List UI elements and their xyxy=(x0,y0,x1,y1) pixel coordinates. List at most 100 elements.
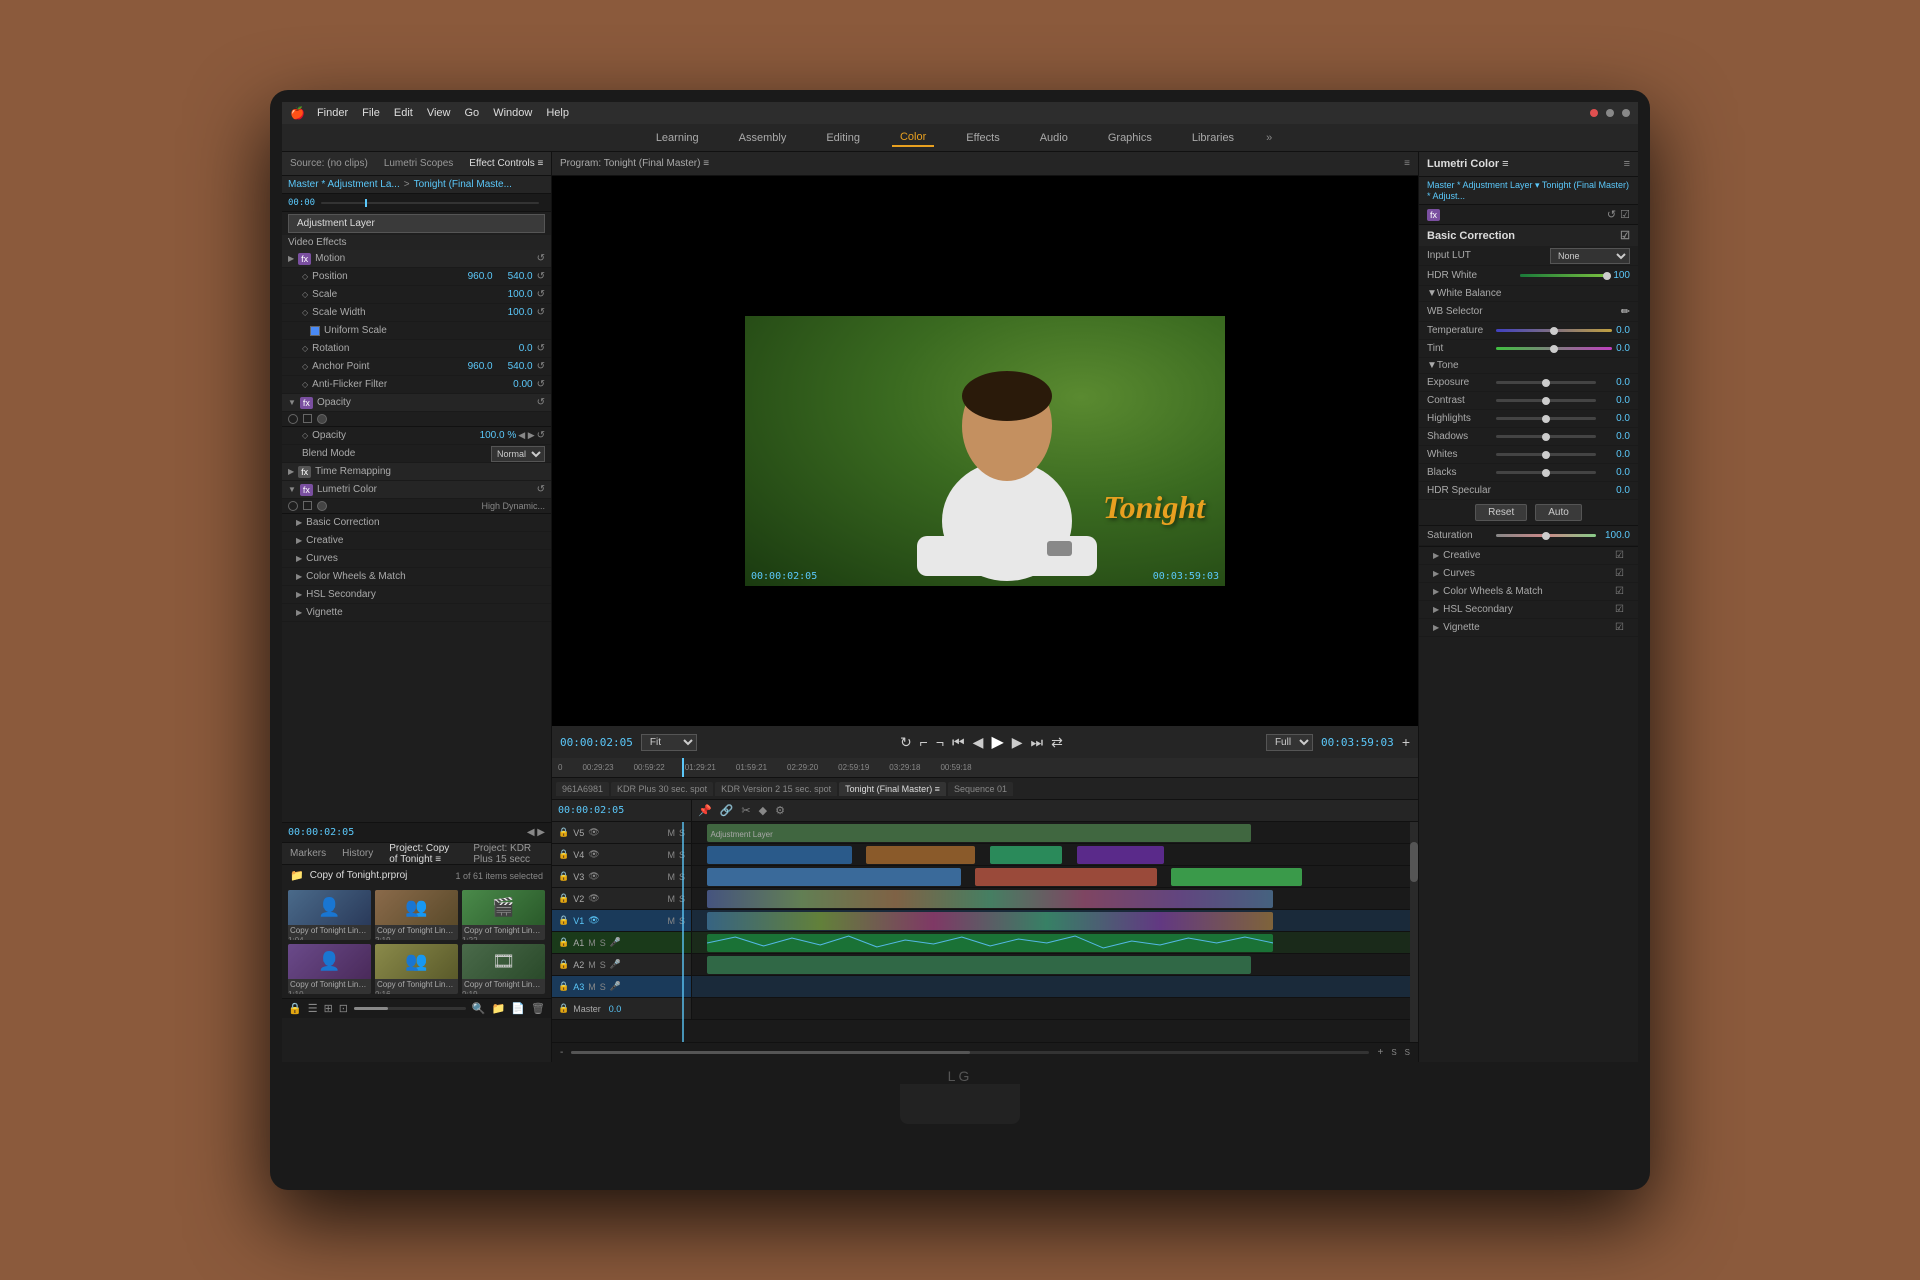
shad-slider[interactable] xyxy=(1496,435,1596,438)
v1-main-clip[interactable] xyxy=(707,912,1273,930)
scale-reset[interactable]: ↺ xyxy=(537,289,545,300)
track-a2-label[interactable]: 🔒 A2 M S 🎤 xyxy=(552,954,692,975)
vig-checkbox[interactable]: ☑ xyxy=(1615,622,1624,633)
step-back-btn[interactable]: ◀ xyxy=(973,734,984,751)
lumetri-menu-icon[interactable]: ≡ xyxy=(1624,158,1630,170)
v5-m[interactable]: M xyxy=(667,828,675,838)
v3-clip-1[interactable] xyxy=(707,868,961,886)
basic-correction-item[interactable]: ▶ Basic Correction xyxy=(282,514,551,532)
master-volume[interactable]: 0.0 xyxy=(609,1004,622,1014)
preview-menu-icon[interactable]: ≡ xyxy=(1404,158,1410,169)
wh-slider[interactable] xyxy=(1496,453,1596,456)
anchor-reset[interactable]: ↺ xyxy=(537,361,545,372)
v3-m[interactable]: M xyxy=(667,872,675,882)
a2-m[interactable]: M xyxy=(588,960,596,970)
curves-section[interactable]: ▶ Curves ☑ xyxy=(1419,565,1638,583)
a3-mic[interactable]: 🎤 xyxy=(610,981,621,992)
motion-reset[interactable]: ↺ xyxy=(537,253,545,264)
high-thumb[interactable] xyxy=(1542,415,1550,423)
color-wheels-item[interactable]: ▶ Color Wheels & Match xyxy=(282,568,551,586)
track-a1-label[interactable]: 🔒 A1 M S 🎤 xyxy=(552,932,692,953)
vignette-section[interactable]: ▶ Vignette ☑ xyxy=(1419,619,1638,637)
bl-slider[interactable] xyxy=(1496,471,1596,474)
auto-button[interactable]: Auto xyxy=(1535,504,1582,521)
zoom-slider[interactable] xyxy=(354,1007,466,1010)
media-thumb-4[interactable]: 👤 Copy of Tonight Linked... 1:10 xyxy=(288,944,371,994)
play-btn[interactable]: ▶ xyxy=(991,732,1003,752)
adjustment-layer-clip[interactable]: Adjustment Layer xyxy=(707,824,1252,842)
scale-value[interactable]: 100.0 xyxy=(493,289,533,300)
hsl-section[interactable]: ▶ HSL Secondary ☑ xyxy=(1419,601,1638,619)
folder-icon[interactable]: 📁 xyxy=(492,1002,506,1015)
color-wheels-section[interactable]: ▶ Color Wheels & Match ☑ xyxy=(1419,583,1638,601)
curves-item[interactable]: ▶ Curves xyxy=(282,550,551,568)
position-y[interactable]: 540.0 xyxy=(493,271,533,282)
basic-correction-header[interactable]: Basic Correction ☑ xyxy=(1419,225,1638,246)
v4-m[interactable]: M xyxy=(667,850,675,860)
opacity-reset-btn[interactable]: ↺ xyxy=(537,430,545,441)
sat-thumb[interactable] xyxy=(1542,532,1550,540)
tl-tab-seq[interactable]: Sequence 01 xyxy=(948,782,1013,796)
freeform-icon[interactable]: ⊡ xyxy=(339,1002,348,1015)
track-master-label[interactable]: 🔒 Master 0.0 xyxy=(552,998,692,1019)
a1-mic[interactable]: 🎤 xyxy=(610,937,621,948)
v4-clip-3[interactable] xyxy=(990,846,1063,864)
v3-s[interactable]: S xyxy=(679,872,685,882)
v2-lock[interactable]: 🔒 xyxy=(558,893,569,904)
step-fwd-btn[interactable]: ▶ xyxy=(1012,734,1023,751)
go-menu[interactable]: Go xyxy=(465,107,480,119)
more-tabs-icon[interactable]: » xyxy=(1266,132,1272,144)
a2-lock[interactable]: 🔒 xyxy=(558,959,569,970)
reset-button[interactable]: Reset xyxy=(1475,504,1527,521)
delete-icon[interactable]: 🗑 xyxy=(531,1002,545,1015)
opacity-reset[interactable]: ↺ xyxy=(537,397,545,408)
tab-editing[interactable]: Editing xyxy=(818,130,868,146)
mark-out-btn[interactable]: ¬ xyxy=(936,734,944,750)
finder-menu[interactable]: Finder xyxy=(317,107,348,119)
a3-s[interactable]: S xyxy=(600,982,606,992)
tl-tab-1[interactable]: 961A6981 xyxy=(556,782,609,796)
view-menu[interactable]: View xyxy=(427,107,451,119)
v5-s[interactable]: S xyxy=(679,828,685,838)
exp-slider[interactable] xyxy=(1496,381,1596,384)
uniform-scale-check[interactable] xyxy=(310,326,320,336)
tab-effects[interactable]: Effects xyxy=(958,130,1007,146)
tab-color[interactable]: Color xyxy=(892,129,934,147)
creative-item[interactable]: ▶ Creative xyxy=(282,532,551,550)
media-thumb-6[interactable]: 🎞 Copy of Tonight Linked... 0:19 xyxy=(462,944,545,994)
tl-zoom-bar[interactable] xyxy=(571,1051,1369,1054)
tl-razor-icon[interactable]: ✂ xyxy=(741,804,750,817)
shuttle-btns[interactable]: ⇄ xyxy=(1051,734,1063,751)
a1-audio-clip[interactable] xyxy=(707,934,1273,952)
wh-thumb[interactable] xyxy=(1542,451,1550,459)
lumetri-bc-master[interactable]: Master * Adjustment Layer ▾ xyxy=(1427,180,1540,190)
tl-zoom-out[interactable]: - xyxy=(560,1047,563,1058)
effect-controls-tab[interactable]: Effect Controls ≡ xyxy=(461,158,551,169)
creative-section[interactable]: ▶ Creative ☑ xyxy=(1419,547,1638,565)
grid-view-icon[interactable]: ⊞ xyxy=(324,1002,333,1015)
go-start-btn[interactable]: ⏮ xyxy=(952,734,965,751)
lumetri-checkbox[interactable]: ☑ xyxy=(1620,208,1630,221)
v4-clip-2[interactable] xyxy=(866,846,975,864)
v2-m[interactable]: M xyxy=(667,894,675,904)
tone-header[interactable]: ▼ Tone xyxy=(1419,358,1638,374)
file-menu[interactable]: File xyxy=(362,107,380,119)
v5-lock[interactable]: 🔒 xyxy=(558,827,569,838)
go-end-btn[interactable]: ⏭ xyxy=(1031,734,1044,751)
tint-thumb[interactable] xyxy=(1550,345,1558,353)
v4-eye[interactable]: 👁 xyxy=(588,849,599,860)
project-copy-tab[interactable]: Project: Copy of Tonight ≡ xyxy=(381,843,465,865)
tab-audio[interactable]: Audio xyxy=(1032,130,1076,146)
temp-thumb[interactable] xyxy=(1550,327,1558,335)
opacity-value[interactable]: 100.0 % xyxy=(480,430,517,441)
bc-checkbox[interactable]: ☑ xyxy=(1620,229,1630,242)
tab-libraries[interactable]: Libraries xyxy=(1184,130,1242,146)
shad-thumb[interactable] xyxy=(1542,433,1550,441)
lumetri-scopes-tab[interactable]: Lumetri Scopes xyxy=(376,158,461,169)
track-v4-label[interactable]: 🔒 V4 👁 M S xyxy=(552,844,692,865)
v3-lock[interactable]: 🔒 xyxy=(558,871,569,882)
hsl-item[interactable]: ▶ HSL Secondary xyxy=(282,586,551,604)
v1-eye[interactable]: 👁 xyxy=(588,915,599,926)
new-item-icon[interactable]: 📄 xyxy=(511,1002,525,1015)
kdr-tab[interactable]: Project: KDR Plus 15 secc xyxy=(465,843,551,865)
